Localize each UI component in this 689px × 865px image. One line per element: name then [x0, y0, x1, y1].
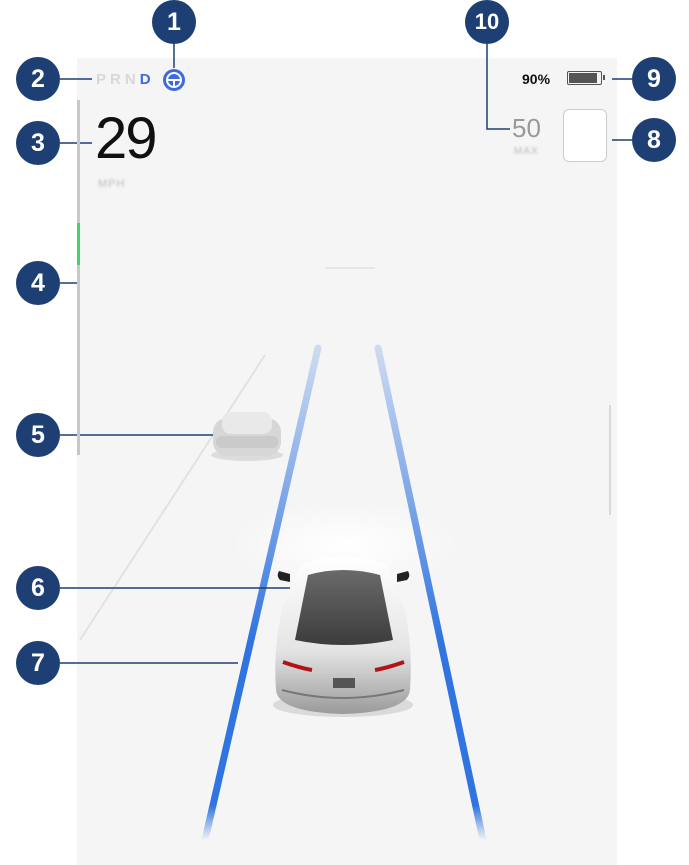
gear-selector: PRND [96, 71, 155, 88]
speed-limit-sign [563, 109, 607, 162]
power-meter-fill [77, 223, 80, 265]
callout-8: 8 [632, 118, 676, 162]
gear-r: R [110, 71, 125, 88]
callout-2: 2 [16, 57, 60, 101]
callout-3: 3 [16, 121, 60, 165]
callout-6: 6 [16, 566, 60, 610]
callout-10: 10 [465, 0, 509, 44]
callout-4: 4 [16, 261, 60, 305]
set-speed-label: MAX [514, 146, 539, 157]
callout-9: 9 [632, 57, 676, 101]
speed-unit: MPH [98, 178, 126, 190]
battery-percent: 90% [522, 71, 551, 87]
power-meter [77, 100, 80, 455]
speed-value: 29 [95, 106, 157, 171]
steering-wheel-icon [163, 69, 185, 91]
detected-vehicle [211, 412, 283, 461]
gear-n: N [124, 71, 140, 88]
own-vehicle [273, 556, 413, 717]
callout-5: 5 [16, 413, 60, 457]
battery-icon [567, 71, 605, 85]
adjacent-lane-line [79, 354, 266, 641]
callout-1: 1 [152, 0, 196, 44]
set-speed-value: 50 [512, 113, 541, 143]
gear-d: D [139, 71, 155, 88]
gear-p: P [96, 71, 111, 88]
callout-7: 7 [16, 641, 60, 685]
